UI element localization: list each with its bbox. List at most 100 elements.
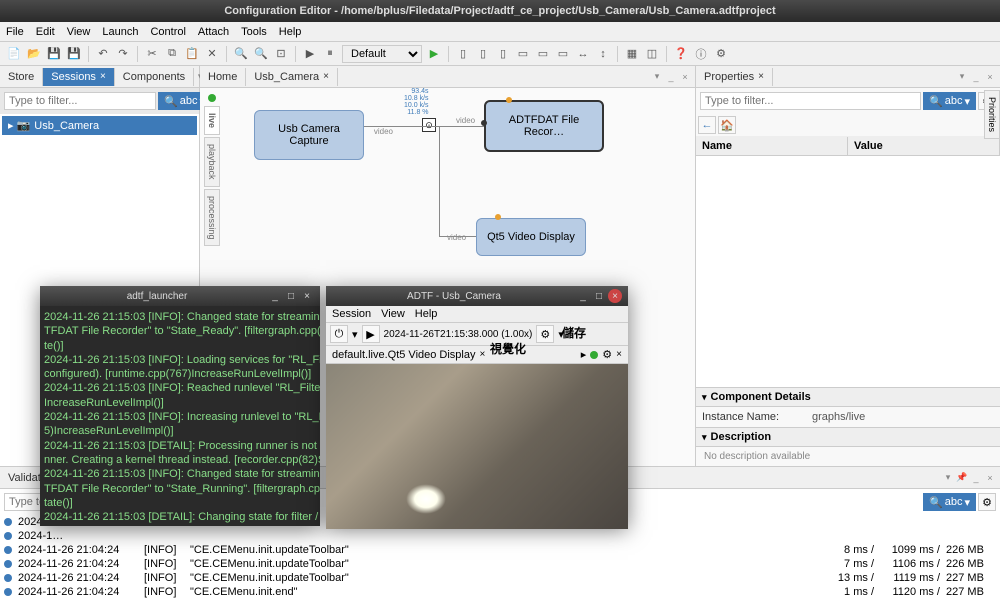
config-icon[interactable]: ⊙ [422,118,436,132]
port-trigger-icon[interactable] [506,97,512,103]
copy-icon[interactable]: ⧉ [164,46,180,62]
pause-icon[interactable]: ⏸ [322,46,338,62]
grid-icon[interactable]: ▦ [624,46,640,62]
help-icon[interactable]: ❓ [673,46,689,62]
vtab-processing[interactable]: processing [204,189,220,247]
menu-attach[interactable]: Attach [198,26,229,38]
validation-filter-button[interactable]: 🔍 abc ▾ [923,493,976,511]
tab-properties[interactable]: Properties× [696,68,773,86]
menu-edit[interactable]: Edit [36,26,55,38]
log-row[interactable]: 2024-11-26 21:04:24[INFO]"CE.CEMenu.init… [0,543,1000,557]
maximize-icon[interactable]: □ [284,289,298,303]
undo-icon[interactable]: ↶ [95,46,111,62]
launcher-titlebar[interactable]: adtf_launcher _ □ × [40,286,320,306]
snap-icon[interactable]: ◫ [644,46,660,62]
play-icon[interactable]: ▶ [302,46,318,62]
gear-icon[interactable]: ⚙ [536,325,554,343]
power-icon[interactable]: ⏻ [330,325,348,343]
node-video-display[interactable]: video Qt5 Video Display [476,218,586,256]
zoom-out-icon[interactable]: 🔍 [253,46,269,62]
close-panel-icon[interactable]: × [984,472,996,484]
vtab-live[interactable]: live [204,106,220,135]
save-all-icon[interactable]: 💾 [66,46,82,62]
video-titlebar[interactable]: ADTF - Usb_Camera _ □ × [326,286,628,306]
menu-session[interactable]: Session [332,308,371,320]
paste-icon[interactable]: 📋 [184,46,200,62]
pin-icon[interactable]: 📌 [956,472,968,484]
delete-icon[interactable]: ✕ [204,46,220,62]
tab-priorities[interactable]: Priorities [984,90,1000,139]
close-icon[interactable]: × [100,71,106,82]
settings-icon[interactable]: ⚙ [713,46,729,62]
align-bottom-icon[interactable]: ▭ [555,46,571,62]
tab-store[interactable]: Store [0,68,43,86]
tree-item-usb-camera[interactable]: ▸ 📷 Usb_Camera [2,116,197,135]
maximize-icon[interactable]: □ [592,289,606,303]
dropdown-icon[interactable]: ▾ [651,71,663,83]
prop-filter-button[interactable]: 🔍 abc ▾ [923,92,976,110]
port-trigger-icon[interactable] [495,214,501,220]
tab-settings-icon[interactable]: ⚙ [602,348,612,361]
play-icon[interactable]: ▶ [362,325,380,343]
close-icon[interactable]: × [480,349,486,360]
menu-tools[interactable]: Tools [241,26,267,38]
close-icon[interactable]: × [608,289,622,303]
close-panel-icon[interactable]: × [984,71,996,83]
open-icon[interactable]: 📂 [26,46,42,62]
menu-help[interactable]: Help [415,308,438,320]
prop-filter-input[interactable] [700,92,921,110]
dropdown-icon[interactable]: ▾ [352,328,358,341]
dropdown-icon[interactable]: ▾ [942,472,954,484]
menu-launch[interactable]: Launch [102,26,138,38]
close-icon[interactable]: × [323,71,329,82]
menu-control[interactable]: Control [150,26,185,38]
dropdown-icon[interactable]: ▾ [956,71,968,83]
close-icon[interactable]: × [616,349,622,360]
video-tab[interactable]: default.live.Qt5 Video Display [332,349,476,361]
menu-file[interactable]: File [6,26,24,38]
cut-icon[interactable]: ✂ [144,46,160,62]
launcher-window[interactable]: adtf_launcher _ □ × 2024-11-26 21:15:03 … [40,286,320,526]
node-camera-capture[interactable]: Usb Camera Capture video [254,110,364,160]
console-output[interactable]: 2024-11-26 21:15:03 [INFO]: Changed stat… [40,306,320,526]
back-icon[interactable]: ← [698,116,716,134]
tab-usb-camera[interactable]: Usb_Camera× [246,68,338,86]
section-component-details[interactable]: ▾ Component Details [696,387,1000,407]
close-panel-icon[interactable]: × [679,71,691,83]
save-icon[interactable]: 💾 [46,46,62,62]
align-top-icon[interactable]: ▭ [515,46,531,62]
log-row[interactable]: 2024-11-26 21:04:24[INFO]"CE.CEMenu.init… [0,557,1000,571]
profile-select[interactable]: Default [342,45,422,63]
minimize-icon[interactable]: _ [970,472,982,484]
minimize-icon[interactable]: _ [268,289,282,303]
node-file-recorder[interactable]: video ADTFDAT File Recor… [484,100,604,152]
tab-home[interactable]: Home [200,68,246,86]
align-center-icon[interactable]: ▯ [475,46,491,62]
menu-help[interactable]: Help [279,26,302,38]
log-row[interactable]: 2024-11-26 21:04:24[INFO]"CE.CEMenu.init… [0,571,1000,585]
info-icon[interactable]: ⓘ [693,46,709,62]
minimize-icon[interactable]: _ [665,71,677,83]
align-middle-icon[interactable]: ▭ [535,46,551,62]
log-row[interactable]: 2024-1… [0,529,1000,543]
menu-view[interactable]: View [381,308,405,320]
filter-input[interactable] [4,92,156,110]
run-icon[interactable]: ▶ [426,46,442,62]
filter-settings-icon[interactable]: ⚙ [978,493,996,511]
section-description[interactable]: ▾ Description [696,427,1000,447]
zoom-in-icon[interactable]: 🔍 [233,46,249,62]
tab-sessions[interactable]: Sessions× [43,68,114,86]
distribute-v-icon[interactable]: ↕ [595,46,611,62]
tab-components[interactable]: Components [115,68,194,86]
align-right-icon[interactable]: ▯ [495,46,511,62]
menu-view[interactable]: View [67,26,91,38]
log-row[interactable]: 2024-11-26 21:04:24[INFO]"CE.CEMenu.init… [0,585,1000,599]
close-icon[interactable]: × [758,71,764,82]
close-icon[interactable]: × [300,289,314,303]
align-left-icon[interactable]: ▯ [455,46,471,62]
minimize-icon[interactable]: _ [576,289,590,303]
redo-icon[interactable]: ↷ [115,46,131,62]
vtab-playback[interactable]: playback [204,137,220,187]
zoom-fit-icon[interactable]: ⊡ [273,46,289,62]
new-icon[interactable]: 📄 [6,46,22,62]
